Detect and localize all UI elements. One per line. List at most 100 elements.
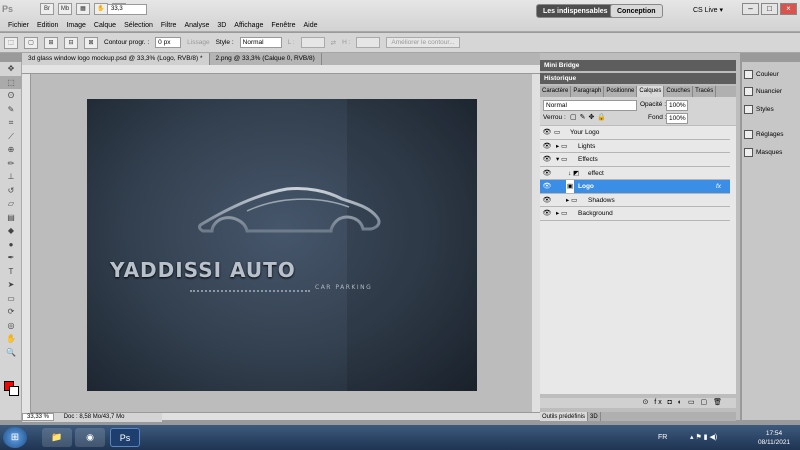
menu-calque[interactable]: Calque — [90, 19, 120, 32]
layer-row[interactable]: 👁 ▭ Your Logo — [540, 126, 730, 140]
tab-outils-predefinis[interactable]: Outils prédéfinis — [540, 412, 589, 421]
bridge-icon[interactable]: Br — [40, 3, 54, 15]
zoom-tool-icon[interactable]: 🔍 — [0, 346, 22, 360]
lock-icons[interactable]: ▢✎✥🔒 — [570, 113, 609, 121]
width-input[interactable] — [300, 37, 325, 48]
crop-tool-icon[interactable]: ⌗ — [0, 116, 22, 130]
zoom-level[interactable]: 33,3 — [107, 4, 147, 15]
swap-icon[interactable]: ⇄ — [331, 39, 336, 47]
antialias-checkbox[interactable]: Lissage — [187, 39, 209, 46]
horizontal-scrollbar[interactable] — [100, 413, 540, 420]
dock-nuancier[interactable]: Nuancier — [744, 85, 782, 99]
feather-input[interactable]: 0 px — [155, 37, 182, 48]
intersect-selection-icon[interactable]: ⊠ — [84, 36, 98, 49]
fx-icon[interactable]: fx — [716, 180, 721, 193]
layer-row[interactable]: 👁 ▸ ▭ Lights — [540, 140, 730, 153]
move-tool-icon[interactable]: ✥ — [0, 62, 22, 76]
layer-row[interactable]: 👁 ▸ ▭ Shadows — [540, 194, 730, 207]
hand-tool-icon[interactable]: ✋ — [0, 332, 22, 346]
tab-couches[interactable]: Couches — [664, 86, 694, 97]
layer-row[interactable]: 👁 ↓ ◩ effect — [540, 167, 730, 180]
layer-row-selected[interactable]: 👁 ▣ Logo fx — [540, 180, 730, 194]
hand-icon[interactable]: ✋ — [94, 3, 108, 15]
marquee-tool-icon[interactable]: ⬚ — [0, 75, 22, 89]
tab-3d[interactable]: 3D — [588, 412, 601, 421]
menu-analyse[interactable]: Analyse — [180, 19, 213, 32]
blend-mode-select[interactable]: Normal — [543, 100, 637, 111]
quick-select-tool-icon[interactable]: ✎ — [0, 103, 22, 117]
eye-icon[interactable]: 👁 — [542, 141, 552, 152]
dodge-tool-icon[interactable]: ● — [0, 238, 22, 252]
cs-live-menu[interactable]: CS Live ▾ — [693, 6, 723, 14]
dock-reglages[interactable]: Réglages — [744, 128, 783, 142]
opacity-input[interactable]: 100% — [666, 100, 688, 111]
layer-row[interactable]: 👁 ▾ ▭ Effects — [540, 153, 730, 167]
refine-edge-button[interactable]: Améliorer le contour... — [386, 37, 460, 48]
guides-icon[interactable]: ▦ — [76, 3, 90, 15]
status-zoom[interactable]: 33,33 % — [22, 413, 55, 421]
style-select[interactable]: Normal — [239, 37, 282, 48]
workspace-essentials-button[interactable]: Les indispensables — [536, 4, 615, 18]
menu-affichage[interactable]: Affichage — [230, 19, 267, 32]
workspace-conception-button[interactable]: Conception — [610, 4, 663, 18]
eye-icon[interactable]: 👁 — [542, 181, 552, 192]
layers-footer-icons[interactable]: ⊙ fx ◘ ◐ ▭ ▢ 🗑 — [540, 398, 736, 408]
tab-calques[interactable]: Calques — [637, 86, 665, 97]
history-brush-tool-icon[interactable]: ↺ — [0, 184, 22, 198]
menu-edition[interactable]: Edition — [33, 19, 62, 32]
shape-tool-icon[interactable]: ▭ — [0, 292, 22, 306]
eye-icon[interactable]: 👁 — [542, 154, 552, 165]
subtract-selection-icon[interactable]: ⊟ — [64, 36, 78, 49]
document-canvas[interactable] — [87, 99, 477, 391]
eye-icon[interactable]: 👁 — [542, 168, 552, 179]
chrome-icon[interactable]: ◉ — [75, 428, 105, 447]
path-select-tool-icon[interactable]: ➤ — [0, 278, 22, 292]
close-icon[interactable]: × — [780, 3, 797, 15]
eyedropper-tool-icon[interactable]: ⟋ — [0, 130, 22, 144]
layer-row[interactable]: 👁 ▸ ▭ Background — [540, 207, 730, 221]
menu-image[interactable]: Image — [62, 19, 89, 32]
photoshop-taskbar-icon[interactable]: Ps — [110, 428, 140, 447]
eraser-tool-icon[interactable]: ▱ — [0, 197, 22, 211]
eye-icon[interactable]: 👁 — [542, 195, 552, 206]
lasso-tool-icon[interactable]: ʘ — [0, 89, 22, 103]
vertical-scrollbar[interactable] — [532, 74, 540, 412]
tab-paragraphe[interactable]: Paragraph — [571, 86, 605, 97]
doc-tab-png[interactable]: 2.png @ 33,3% (Calque 0, RVB/8) — [210, 53, 322, 65]
3d-camera-tool-icon[interactable]: ◎ — [0, 319, 22, 333]
eye-icon[interactable]: 👁 — [542, 208, 552, 219]
start-button[interactable]: ⊞ — [3, 427, 27, 448]
background-color-swatch[interactable] — [9, 386, 19, 396]
menu-aide[interactable]: Aide — [299, 19, 321, 32]
pen-tool-icon[interactable]: ✒ — [0, 251, 22, 265]
marquee-preset-icon[interactable]: ⬚ — [4, 36, 18, 49]
new-selection-icon[interactable]: ▢ — [24, 36, 38, 49]
menu-fichier[interactable]: Fichier — [4, 19, 33, 32]
add-selection-icon[interactable]: ⊞ — [44, 36, 58, 49]
language-indicator[interactable]: FR — [658, 434, 667, 441]
stamp-tool-icon[interactable]: ⊥ — [0, 170, 22, 184]
clock[interactable]: 17:54 08/11/2021 — [758, 429, 790, 447]
history-header[interactable]: Historique — [540, 73, 736, 84]
type-tool-icon[interactable]: T — [0, 265, 22, 279]
3d-rotate-tool-icon[interactable]: ⟳ — [0, 305, 22, 319]
menu-selection[interactable]: Sélection — [120, 19, 157, 32]
tab-traces[interactable]: Tracés — [693, 86, 717, 97]
dock-styles[interactable]: Styles — [744, 103, 774, 117]
menu-filtre[interactable]: Filtre — [157, 19, 181, 32]
dock-masques[interactable]: Masques — [744, 146, 782, 160]
eye-icon[interactable]: 👁 — [542, 127, 552, 138]
mini-bridge-header[interactable]: Mini Bridge — [540, 60, 736, 71]
dock-couleur[interactable]: Couleur — [744, 68, 779, 82]
tab-positionnement[interactable]: Positionne — [604, 86, 638, 97]
minibridge-icon[interactable]: Mb — [58, 3, 72, 15]
blur-tool-icon[interactable]: ◆ — [0, 224, 22, 238]
explorer-icon[interactable]: 📁 — [42, 428, 72, 447]
tray-icons[interactable]: ▴ ⚑ ▮ ◀) — [690, 433, 717, 441]
healing-tool-icon[interactable]: ⊕ — [0, 143, 22, 157]
minimize-icon[interactable]: – — [742, 3, 759, 15]
maximize-icon[interactable]: □ — [761, 3, 778, 15]
menu-3d[interactable]: 3D — [213, 19, 230, 32]
tab-caractere[interactable]: Caractère — [540, 86, 572, 97]
gradient-tool-icon[interactable]: ▤ — [0, 211, 22, 225]
